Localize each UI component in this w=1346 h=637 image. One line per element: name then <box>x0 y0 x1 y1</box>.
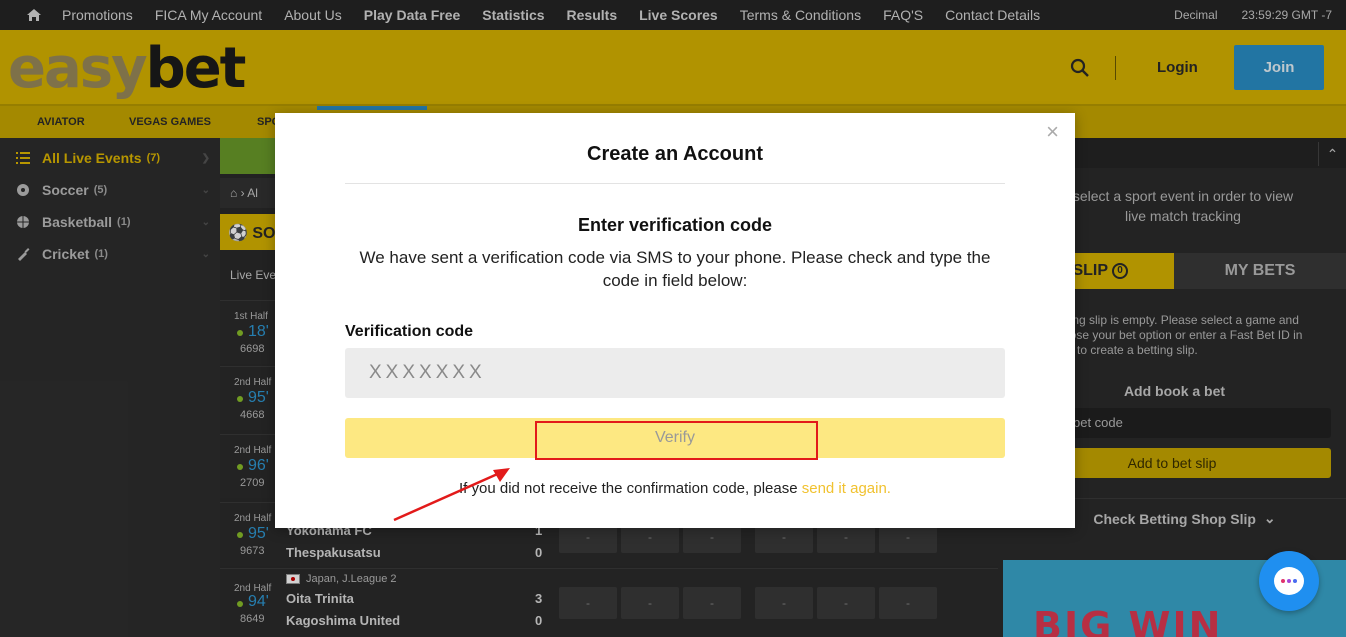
modal-title: Create an Account <box>587 143 763 165</box>
chat-button[interactable] <box>1259 551 1319 611</box>
create-account-modal: × Create an Account Enter verification c… <box>275 113 1075 528</box>
resend-text: If you did not receive the confirmation … <box>459 480 798 497</box>
resend-line: If you did not receive the confirmation … <box>275 480 1075 497</box>
verification-code-input[interactable] <box>345 348 1005 398</box>
close-icon[interactable]: × <box>1046 121 1059 143</box>
verification-code-label: Verification code <box>345 323 474 340</box>
verify-button[interactable]: Verify <box>345 418 1005 458</box>
modal-message: We have sent a verification code via SMS… <box>359 248 991 290</box>
modal-divider <box>345 183 1005 184</box>
send-again-link[interactable]: send it again. <box>802 480 891 497</box>
chat-bubble-icon <box>1274 567 1304 595</box>
modal-subtitle: Enter verification code <box>577 215 773 235</box>
